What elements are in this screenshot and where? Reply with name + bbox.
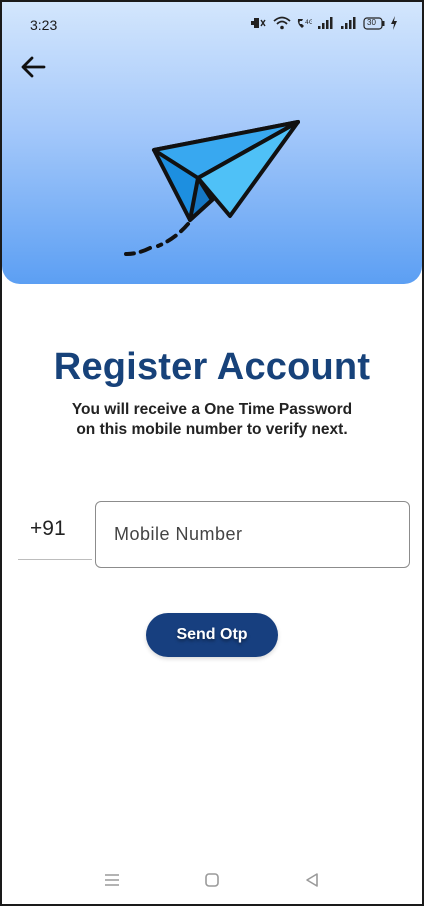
arrow-left-icon [21,56,46,78]
battery-icon: 30 [363,16,385,30]
signal-icon-2 [340,16,358,30]
svg-text:4G: 4G [305,19,312,26]
nav-back-button[interactable] [298,868,326,892]
signal-icon [317,16,335,30]
paper-plane-icon [124,120,300,256]
mobile-number-input[interactable] [95,501,410,568]
status-bar: 3:23 4G 30 [2,2,422,52]
status-icons: 4G 30 [250,16,398,30]
back-triangle-icon [306,873,318,887]
mute-icon [250,16,268,30]
country-code-value: +91 [30,517,66,540]
wifi-icon [273,16,291,30]
menu-icon [105,874,119,886]
header-banner: 3:23 4G 30 [2,2,422,284]
page-subtitle: You will receive a One Time Password on … [42,400,382,440]
country-code-field[interactable]: +91 [18,500,92,560]
nav-home-button[interactable] [198,868,226,892]
battery-level: 30 [367,17,376,27]
home-icon [205,873,219,887]
volte-icon: 4G [296,16,312,30]
nav-menu-button[interactable] [98,868,126,892]
page-title: Register Account [53,346,371,388]
status-time: 3:23 [30,17,58,33]
back-button[interactable] [16,50,50,84]
charging-icon [390,16,398,30]
app-frame: 3:23 4G 30 [0,0,424,906]
subtitle-line-2: on this mobile number to verify next. [76,421,348,438]
send-otp-button[interactable]: Send Otp [146,613,278,657]
subtitle-line-1: You will receive a One Time Password [71,401,353,418]
